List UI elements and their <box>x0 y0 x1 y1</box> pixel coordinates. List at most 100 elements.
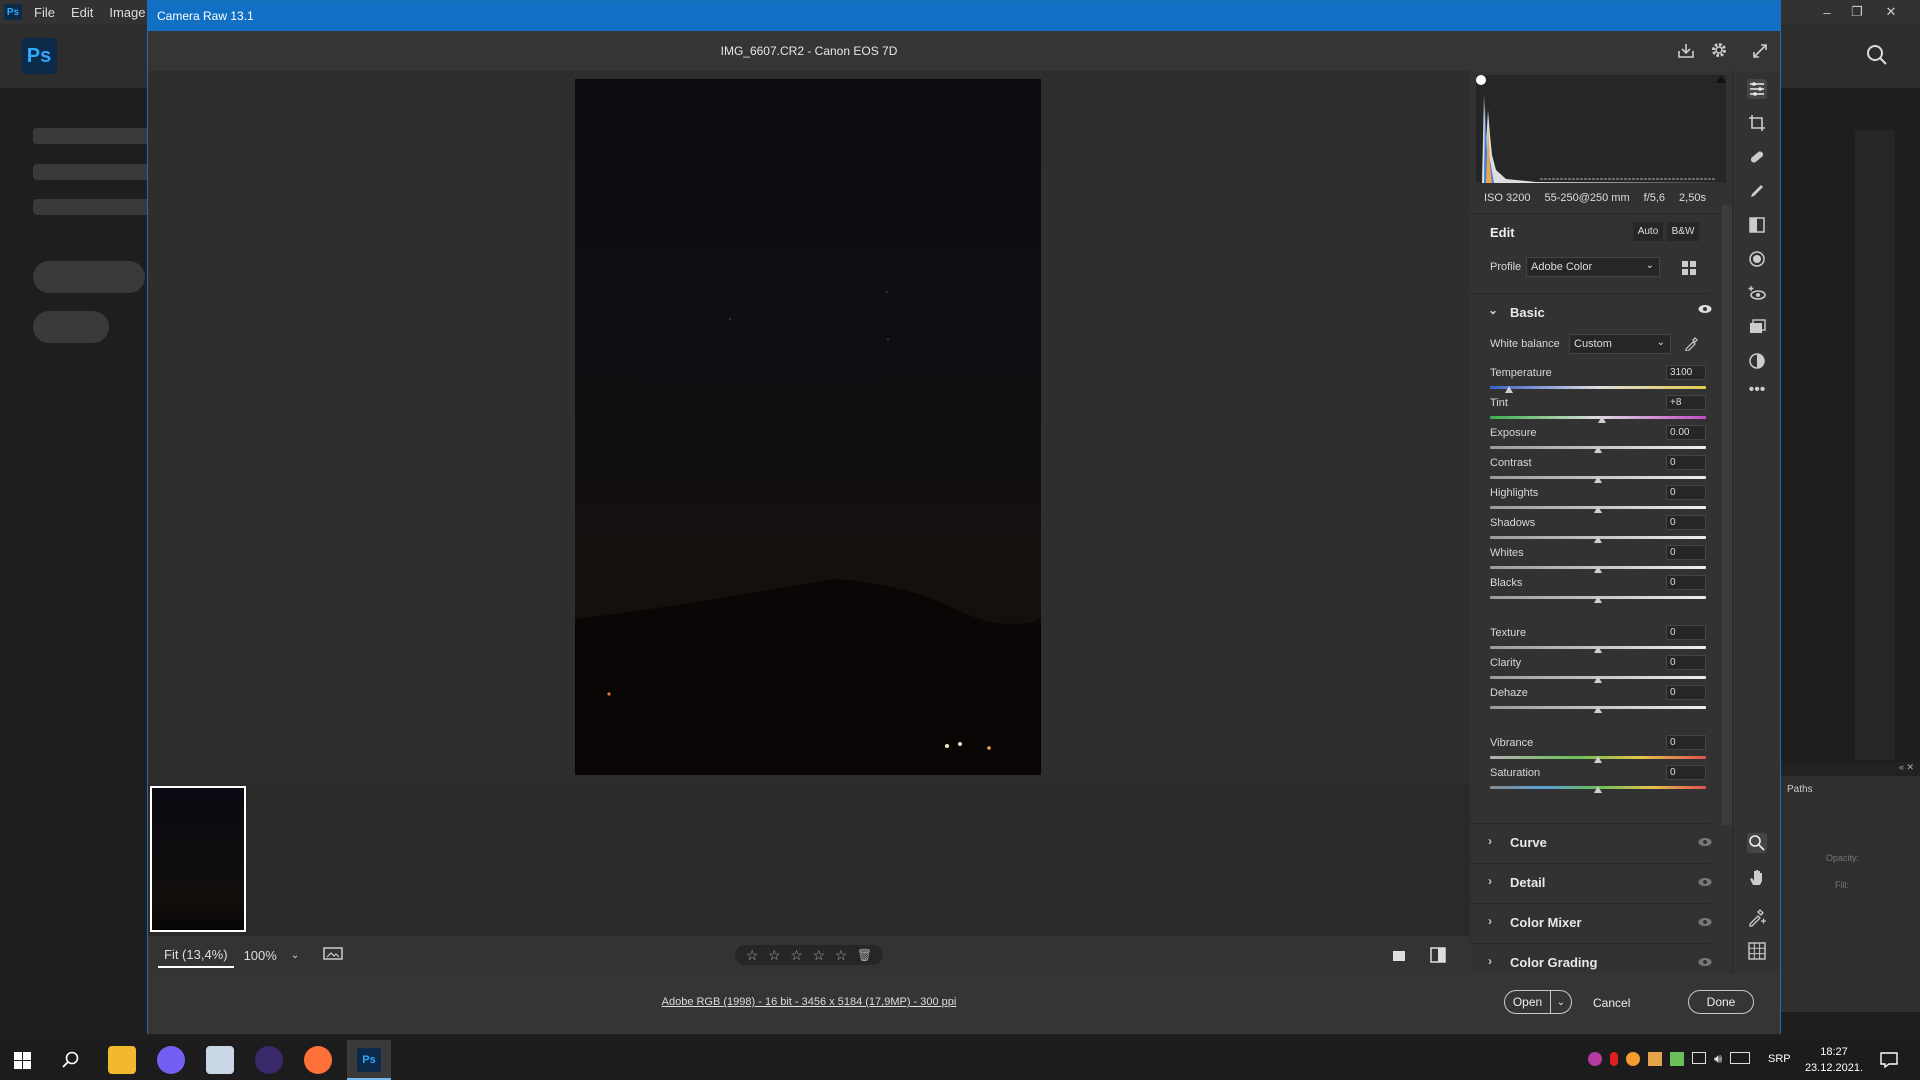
ps-logo[interactable]: Ps <box>21 38 57 74</box>
star-icon[interactable]: ☆ <box>790 947 803 964</box>
network-icon[interactable] <box>1692 1052 1706 1064</box>
zoom-level[interactable]: 100% <box>244 948 277 963</box>
color-grading-section-header[interactable]: › Color Grading <box>1470 943 1712 974</box>
vibrance-slider-thumb[interactable] <box>1594 756 1602 763</box>
star-icon[interactable]: ☆ <box>768 947 781 964</box>
color-mixer-section-header[interactable]: › Color Mixer <box>1470 903 1712 941</box>
bw-button[interactable]: B&W <box>1667 222 1699 241</box>
image-viewer[interactable] <box>148 71 1470 783</box>
profile-select[interactable]: Adobe Color ⌄ <box>1526 257 1660 277</box>
search-icon[interactable] <box>1866 44 1888 66</box>
red-eye-icon[interactable] <box>1747 283 1767 303</box>
minimize-button[interactable]: – <box>1812 0 1842 24</box>
filmstrip-thumbnail[interactable] <box>150 786 246 932</box>
tint-input[interactable]: +8 <box>1666 395 1706 410</box>
saturation-slider-thumb[interactable] <box>1594 786 1602 793</box>
tray-app-icon[interactable] <box>1670 1052 1684 1066</box>
windows-start-icon[interactable] <box>14 1052 31 1069</box>
workflow-options-link[interactable]: Adobe RGB (1998) - 16 bit - 3456 x 5184 … <box>148 974 1470 1030</box>
curve-section-header[interactable]: › Curve <box>1470 823 1712 861</box>
panel-collapse-icons[interactable]: « ✕ <box>1781 762 1920 776</box>
zoom-fit-button[interactable]: Fit (13,4%) <box>158 943 234 968</box>
filmstrip-toggle-icon[interactable] <box>323 947 343 963</box>
preview-image[interactable] <box>575 79 1041 775</box>
detail-section-header[interactable]: › Detail <box>1470 863 1712 901</box>
fullscreen-icon[interactable] <box>1751 42 1769 60</box>
temperature-slider[interactable] <box>1490 386 1706 389</box>
notifications-icon[interactable] <box>1880 1052 1898 1068</box>
gear-icon[interactable] <box>1710 41 1728 59</box>
edit-sliders-icon[interactable] <box>1747 79 1767 99</box>
clarity-slider-thumb[interactable] <box>1594 676 1602 683</box>
file-explorer-icon[interactable] <box>108 1046 136 1074</box>
linear-gradient-icon[interactable] <box>1747 215 1767 235</box>
profile-browser-icon[interactable] <box>1682 261 1696 275</box>
highlights-slider-thumb[interactable] <box>1594 506 1602 513</box>
brush-icon[interactable] <box>1747 181 1767 201</box>
whites-input[interactable]: 0 <box>1666 545 1706 560</box>
done-button[interactable]: Done <box>1688 990 1754 1014</box>
panel-scrollbar[interactable] <box>1722 205 1732 825</box>
input-language[interactable]: SRP <box>1768 1053 1791 1065</box>
radial-gradient-icon[interactable] <box>1747 249 1767 269</box>
color-sampler-icon[interactable] <box>1747 907 1767 927</box>
eye-icon[interactable] <box>1698 304 1712 314</box>
texture-slider-thumb[interactable] <box>1594 646 1602 653</box>
grid-overlay-icon[interactable] <box>1747 941 1767 961</box>
star-icon[interactable]: ☆ <box>835 947 848 964</box>
exposure-slider-thumb[interactable] <box>1594 446 1602 453</box>
menu-file[interactable]: File <box>26 5 63 20</box>
tint-slider-thumb[interactable] <box>1598 416 1607 423</box>
star-icon[interactable]: ☆ <box>812 947 825 964</box>
single-view-icon[interactable] <box>1392 948 1406 962</box>
before-after-icon[interactable] <box>1430 947 1446 963</box>
menu-image[interactable]: Image <box>101 5 153 20</box>
vibrance-input[interactable]: 0 <box>1666 735 1706 750</box>
star-icon[interactable]: ☆ <box>746 947 759 964</box>
close-button[interactable]: ✕ <box>1876 0 1906 24</box>
stellarium-icon[interactable] <box>255 1046 283 1074</box>
white-balance-select[interactable]: Custom ⌄ <box>1569 334 1671 354</box>
dehaze-input[interactable]: 0 <box>1666 685 1706 700</box>
shadows-input[interactable]: 0 <box>1666 515 1706 530</box>
presets-icon[interactable] <box>1747 351 1767 371</box>
tray-search-icon[interactable] <box>1626 1052 1640 1066</box>
clock[interactable]: 18:27 23.12.2021. <box>1804 1044 1864 1076</box>
eye-icon[interactable] <box>1698 877 1712 887</box>
search-icon[interactable] <box>62 1051 80 1069</box>
keyboard-icon[interactable] <box>1730 1052 1751 1064</box>
shadows-slider-thumb[interactable] <box>1594 536 1602 543</box>
highlights-input[interactable]: 0 <box>1666 485 1706 500</box>
save-image-icon[interactable] <box>1677 43 1695 59</box>
contrast-slider-thumb[interactable] <box>1594 476 1602 483</box>
tab-paths[interactable]: Paths <box>1787 784 1813 795</box>
crop-icon[interactable] <box>1747 113 1767 133</box>
more-options-icon[interactable]: ••• <box>1747 382 1767 403</box>
clarity-input[interactable]: 0 <box>1666 655 1706 670</box>
viber-icon[interactable] <box>157 1046 185 1074</box>
firefox-icon[interactable] <box>304 1046 332 1074</box>
whites-slider-thumb[interactable] <box>1594 566 1602 573</box>
zoom-dropdown-chevron-icon[interactable]: ⌄ <box>291 950 299 961</box>
open-button[interactable]: Open <box>1504 990 1550 1014</box>
zoom-tool-icon[interactable] <box>1747 833 1767 853</box>
tray-app-icon[interactable] <box>1588 1052 1602 1066</box>
blacks-slider-thumb[interactable] <box>1594 596 1602 603</box>
eye-icon[interactable] <box>1698 917 1712 927</box>
tray-alert-icon[interactable] <box>1610 1052 1618 1066</box>
texture-input[interactable]: 0 <box>1666 625 1706 640</box>
dehaze-slider-thumb[interactable] <box>1594 706 1602 713</box>
snapshots-icon[interactable] <box>1747 317 1767 337</box>
menu-edit[interactable]: Edit <box>63 5 101 20</box>
photoshop-taskbar-button[interactable]: Ps <box>347 1040 391 1080</box>
highlight-clip-warning-icon[interactable] <box>1716 75 1726 83</box>
healing-brush-icon[interactable] <box>1747 147 1767 167</box>
eyedropper-icon[interactable] <box>1684 337 1698 351</box>
auto-button[interactable]: Auto <box>1633 222 1663 241</box>
eye-icon[interactable] <box>1698 957 1712 967</box>
restore-button[interactable]: ❐ <box>1842 0 1872 24</box>
trash-icon[interactable]: 🗑 <box>857 948 872 962</box>
cancel-button[interactable]: Cancel <box>1593 996 1630 1010</box>
open-options-chevron-icon[interactable]: ⌄ <box>1550 990 1572 1014</box>
temperature-slider-thumb[interactable] <box>1505 386 1514 393</box>
